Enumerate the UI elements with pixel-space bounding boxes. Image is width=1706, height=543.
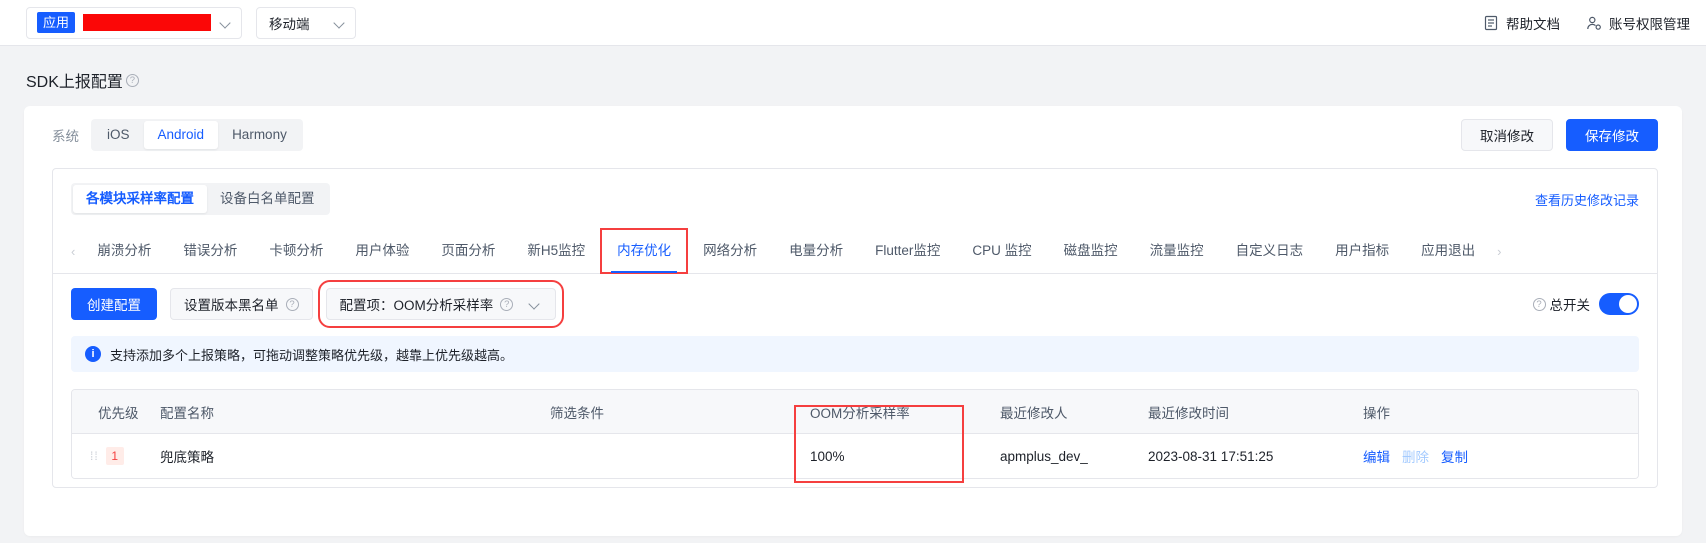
priority-badge: 1 (105, 447, 124, 465)
view-history-link[interactable]: 查看历史修改记录 (1535, 190, 1639, 209)
tab-memory-optimization[interactable]: 内存优化 (600, 228, 689, 274)
main-card: 系统 iOS Android Harmony 取消修改 保存修改 各模块采样率配… (24, 106, 1682, 536)
question-circle-icon[interactable]: ? (1532, 297, 1546, 311)
cancel-button[interactable]: 取消修改 (1461, 119, 1553, 151)
create-config-button[interactable]: 创建配置 (71, 288, 157, 320)
info-banner-text: 支持添加多个上报策略，可拖动调整策略优先级，越靠上优先级越高。 (110, 347, 514, 363)
segment-device-whitelist[interactable]: 设备白名单配置 (207, 185, 328, 213)
platform-selector[interactable]: 移动端 (256, 6, 357, 39)
table-header-row: 优先级 配置名称 筛选条件 OOM分析采样率 最近修改人 最近修改时间 操作 (72, 390, 1638, 434)
tab-lag-analysis[interactable]: 卡顿分析 (253, 229, 339, 273)
cell-sampling-rate: 100% (810, 448, 845, 464)
inner-header: 各模块采样率配置 设备白名单配置 查看历史修改记录 (53, 169, 1657, 215)
tab-custom-log[interactable]: 自定义日志 (1220, 229, 1320, 273)
tab-network-analysis[interactable]: 网络分析 (687, 229, 773, 273)
system-row: 系统 iOS Android Harmony 取消修改 保存修改 (24, 106, 1682, 164)
app-tag-label: 应用 (37, 12, 76, 33)
column-header-editor: 最近修改人 (1000, 405, 1068, 421)
page-title-text: SDK上报配置 (26, 74, 123, 91)
question-circle-icon[interactable]: ? (285, 297, 299, 311)
column-header-time: 最近修改时间 (1148, 405, 1229, 421)
cell-config-name: 兜底策略 (160, 450, 214, 465)
table-row: ⁞⁞ 1 兜底策略 100% apmplus_dev_ 2023-08-31 1… (72, 434, 1638, 478)
drag-handle-icon[interactable]: ⁞⁞ (90, 449, 99, 463)
chevron-down-icon (333, 16, 347, 30)
copy-action[interactable]: 复制 (1441, 446, 1468, 466)
chevron-down-icon (219, 16, 233, 30)
save-button[interactable]: 保存修改 (1566, 119, 1658, 151)
app-name-redacted (83, 14, 212, 31)
system-option-harmony[interactable]: Harmony (218, 121, 301, 149)
system-segmented-control: iOS Android Harmony (91, 119, 303, 151)
chevron-down-icon (528, 297, 542, 311)
tab-error-analysis[interactable]: 错误分析 (167, 229, 253, 273)
column-header-name: 配置名称 (160, 405, 214, 421)
edit-action[interactable]: 编辑 (1363, 446, 1390, 466)
question-circle-icon[interactable]: ? (500, 297, 514, 311)
master-switch-label: 总开关 (1549, 298, 1591, 313)
info-icon: i (85, 346, 101, 362)
tab-user-experience[interactable]: 用户体验 (339, 229, 425, 273)
version-blacklist-label: 设置版本黑名单 (184, 298, 279, 313)
user-settings-icon (1587, 16, 1601, 30)
tab-traffic-monitor[interactable]: 流量监控 (1134, 229, 1220, 273)
config-item-dropdown[interactable]: 配置项：OOM分析采样率 ? (317, 280, 565, 328)
tab-cpu-monitor[interactable]: CPU 监控 (956, 229, 1047, 273)
system-option-android[interactable]: Android (143, 121, 219, 149)
cell-priority: ⁞⁞ 1 (72, 447, 160, 465)
module-tabs: ‹ 崩溃分析 错误分析 卡顿分析 用户体验 页面分析 新H5监控 内存优化 网络… (53, 228, 1657, 274)
account-permission-button[interactable]: 账号权限管理 (1586, 13, 1690, 33)
page-title: SDK上报配置 ? (0, 46, 1706, 106)
column-header-rate: OOM分析采样率 (810, 405, 910, 421)
system-actions: 取消修改 保存修改 (1461, 119, 1658, 151)
top-bar-right: 帮助文档 账号权限管理 (1483, 13, 1690, 33)
tab-crash-analysis[interactable]: 崩溃分析 (81, 229, 167, 273)
top-bar: 应用 移动端 帮助文档 账号权限管理 (0, 0, 1706, 46)
system-label: 系统 (52, 129, 79, 144)
chevron-right-icon[interactable]: › (1491, 244, 1507, 259)
tab-battery-analysis[interactable]: 电量分析 (773, 229, 859, 273)
chevron-left-icon[interactable]: ‹ (65, 244, 81, 259)
master-switch-toggle[interactable] (1599, 293, 1639, 315)
tab-app-exit[interactable]: 应用退出 (1405, 229, 1491, 273)
column-header-filter: 筛选条件 (550, 405, 604, 421)
version-blacklist-button[interactable]: 设置版本黑名单 ? (170, 288, 313, 320)
question-circle-icon[interactable]: ? (125, 73, 139, 87)
help-doc-button[interactable]: 帮助文档 (1483, 13, 1560, 33)
tab-flutter-monitor[interactable]: Flutter监控 (859, 229, 956, 273)
inner-panel: 各模块采样率配置 设备白名单配置 查看历史修改记录 ‹ 崩溃分析 错误分析 卡顿… (52, 168, 1658, 488)
master-switch-group: ? 总开关 (1532, 293, 1639, 315)
cell-operations: 编辑 删除 复制 (1363, 446, 1638, 466)
platform-selector-value: 移动端 (269, 16, 310, 32)
account-permission-label: 账号权限管理 (1609, 16, 1690, 32)
master-switch-label-group: ? 总开关 (1532, 294, 1591, 314)
app-selector[interactable]: 应用 (26, 6, 243, 39)
info-banner: i 支持添加多个上报策略，可拖动调整策略优先级，越靠上优先级越高。 (71, 336, 1639, 372)
segment-module-sampling[interactable]: 各模块采样率配置 (73, 185, 207, 213)
column-header-priority: 优先级 (98, 405, 139, 421)
cell-modify-time: 2023-08-31 17:51:25 (1148, 448, 1274, 464)
delete-action: 删除 (1402, 450, 1429, 465)
config-item-label: 配置项：OOM分析采样率 (339, 298, 494, 313)
config-table: 优先级 配置名称 筛选条件 OOM分析采样率 最近修改人 最近修改时间 操作 ⁞… (71, 389, 1639, 479)
tab-page-analysis[interactable]: 页面分析 (425, 229, 511, 273)
help-doc-label: 帮助文档 (1506, 16, 1560, 32)
tab-h5-monitor[interactable]: 新H5监控 (511, 229, 601, 273)
action-row: 创建配置 设置版本黑名单 ? 配置项：OOM分析采样率 ? ? 总开关 (53, 274, 1657, 328)
tab-user-metrics[interactable]: 用户指标 (1319, 229, 1405, 273)
cell-editor: apmplus_dev_ (1000, 448, 1088, 464)
row-operations: 编辑 删除 复制 (1363, 446, 1638, 466)
column-header-operation: 操作 (1363, 405, 1390, 421)
document-icon (1484, 15, 1498, 30)
config-segmented-control: 各模块采样率配置 设备白名单配置 (71, 183, 330, 215)
tab-disk-monitor[interactable]: 磁盘监控 (1048, 229, 1134, 273)
system-option-ios[interactable]: iOS (93, 121, 144, 149)
